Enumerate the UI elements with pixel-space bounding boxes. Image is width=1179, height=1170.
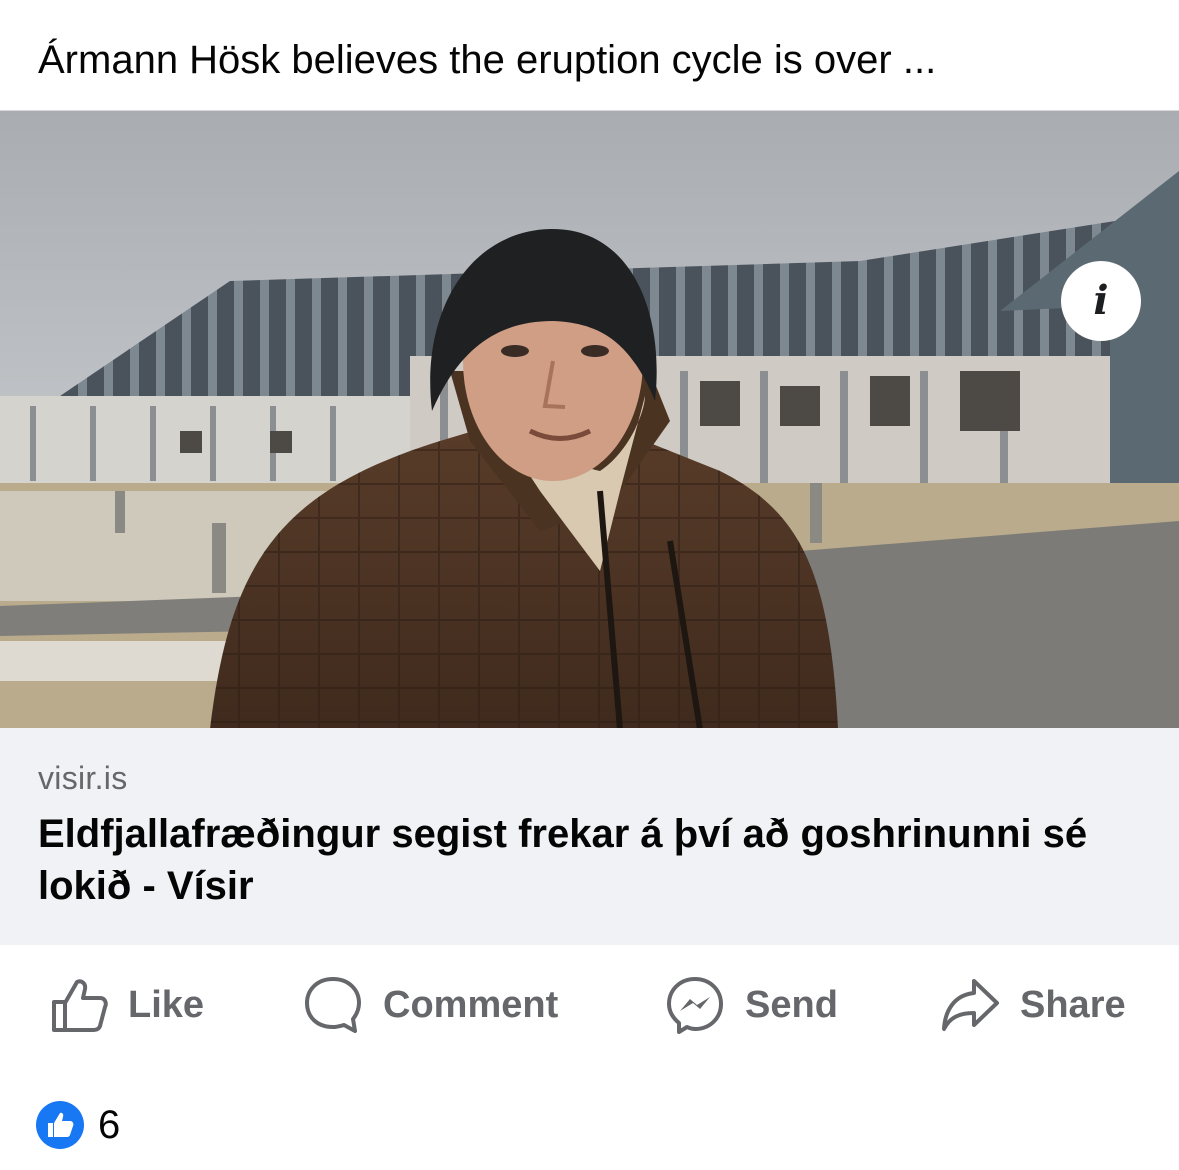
like-label: Like (128, 983, 205, 1026)
link-preview-image[interactable]: i (0, 110, 1179, 729)
reactions-summary[interactable]: 6 (36, 1100, 120, 1150)
link-domain: visir.is (38, 760, 128, 796)
send-label: Send (745, 983, 838, 1026)
like-button[interactable]: Like (50, 970, 204, 1040)
link-headline[interactable]: Eldfjallafræðingur segist frekar á því a… (38, 808, 1148, 912)
post-text: Ármann Hösk believes the eruption cycle … (38, 38, 937, 82)
link-preview-meta[interactable]: visir.is Eldfjallafræðingur segist freka… (0, 728, 1179, 945)
info-button[interactable]: i (1061, 261, 1141, 341)
send-button[interactable]: Send (665, 970, 838, 1040)
link-preview-card[interactable]: i visir.is Eldfjallafræðingur segist fre… (0, 110, 1179, 945)
info-icon: i (1093, 277, 1109, 324)
comment-label: Comment (383, 983, 559, 1026)
speech-bubble-icon (305, 977, 361, 1033)
share-label: Share (1020, 983, 1126, 1026)
share-button[interactable]: Share (940, 970, 1126, 1040)
share-arrow-icon (942, 979, 999, 1031)
reaction-count: 6 (98, 1102, 121, 1147)
like-reaction-icon (36, 1101, 84, 1149)
thumbs-up-outline-icon (52, 979, 108, 1032)
post-actions-bar: Like Comment Send Share (0, 970, 1179, 1040)
messenger-icon (667, 977, 723, 1034)
comment-button[interactable]: Comment (303, 970, 558, 1040)
